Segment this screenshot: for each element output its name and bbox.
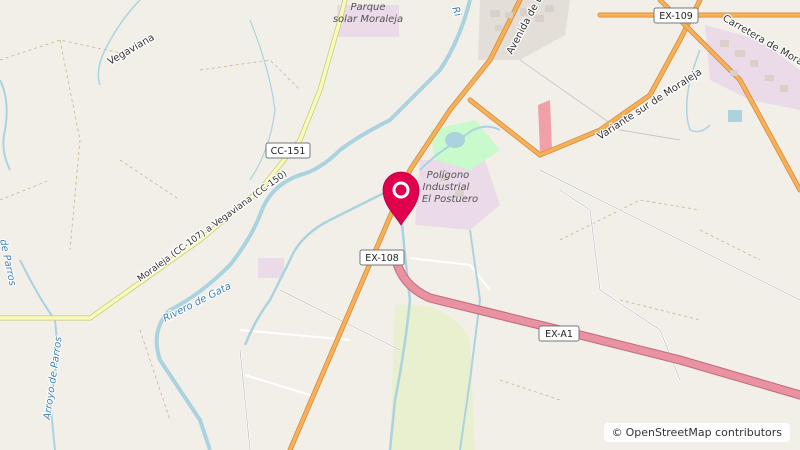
shield-ex-a1: EX-A1 [538, 325, 580, 342]
road-label-variante: Variante sur de Moraleja [596, 67, 704, 143]
water-label-rivero: Rivero de Gata [161, 281, 233, 325]
area-label-poligono: Polígono [427, 169, 470, 181]
water-label-ri: Ri [449, 5, 463, 18]
attribution-box: © OpenStreetMap contributors [603, 423, 790, 442]
shield-ex108: EX-108 [359, 249, 405, 266]
area-label-postuero: El Postuero [422, 194, 478, 205]
map-canvas: Avenida de Lus Variante sur de Moraleja … [0, 0, 800, 450]
copyright-icon: © [611, 426, 623, 439]
map-view[interactable]: Avenida de Lus Variante sur de Moraleja … [0, 0, 800, 450]
road-label-vegaviana: Vegaviana [106, 32, 157, 68]
water-label-parros: de Parros [0, 238, 18, 287]
water-label-arroyo: Arroyo de Parros [42, 336, 65, 422]
reservoir [728, 110, 742, 122]
small-industrial-area [258, 258, 284, 278]
area-label-solar: solar Moraleja [333, 14, 403, 25]
svg-text:CC-151: CC-151 [271, 146, 306, 157]
pond [445, 132, 465, 148]
shield-ex109: EX-109 [653, 7, 699, 24]
area-label-parque: Parque [350, 2, 385, 13]
area-label-industrial: Industrial [423, 182, 470, 193]
svg-text:EX-108: EX-108 [365, 253, 399, 264]
svg-text:EX-109: EX-109 [659, 11, 693, 22]
pink-field [538, 100, 552, 152]
shield-cc151: CC-151 [265, 142, 311, 159]
svg-text:EX-A1: EX-A1 [545, 329, 573, 340]
attribution-link[interactable]: OpenStreetMap contributors [626, 426, 782, 439]
